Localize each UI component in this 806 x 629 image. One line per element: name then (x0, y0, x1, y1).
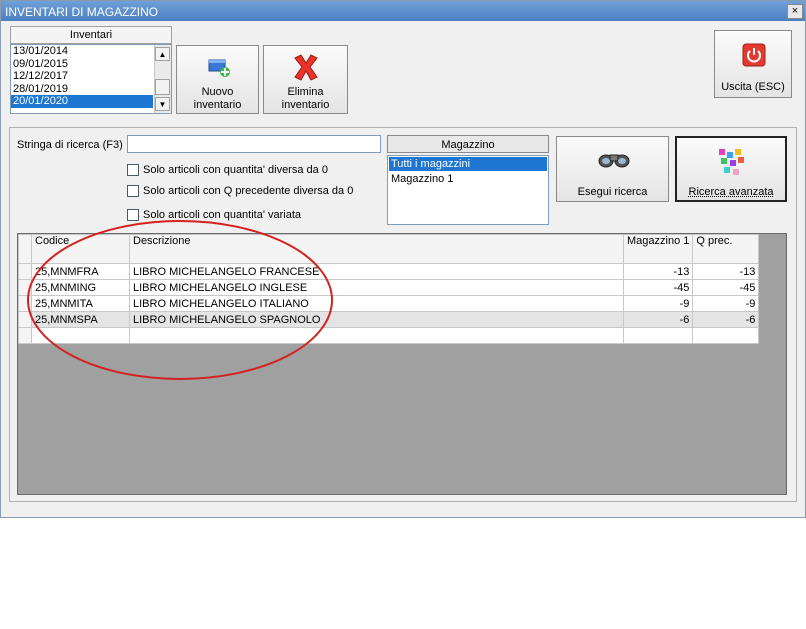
cell-codice: 25,MNMITA (31, 295, 130, 312)
window-title: INVENTARI DI MAGAZZINO (5, 5, 159, 19)
table-row[interactable]: 25,MNMFRA LIBRO MICHELANGELO FRANCESE -13-… (18, 263, 760, 280)
search-input[interactable] (127, 135, 381, 153)
checkbox-q-precedente[interactable] (127, 185, 139, 197)
col-magazzino-1[interactable]: Magazzino 1 (622, 234, 694, 264)
ricerca-avanzata-button[interactable]: Ricerca avanzata (675, 136, 787, 202)
row-header-cell[interactable] (18, 295, 32, 312)
esegui-ricerca-button[interactable]: Esegui ricerca (556, 136, 669, 202)
cell-qprec: -45 (692, 279, 760, 296)
cell-descrizione: LIBRO MICHELANGELO INGLESE (129, 279, 624, 296)
inventario-item[interactable]: 20/01/2020 (11, 95, 153, 108)
inventario-item[interactable]: 09/01/2015 (11, 58, 153, 71)
inventari-scrollbar[interactable]: ▲ ▼ (154, 45, 171, 113)
magazzino-item[interactable]: Magazzino 1 (389, 172, 547, 186)
nuovo-line1: Nuovo (201, 86, 234, 98)
scroll-up-arrow-icon[interactable]: ▲ (155, 47, 170, 61)
search-label: Stringa di ricerca (F3) (17, 139, 123, 151)
esegui-ricerca-label: Esegui ricerca (577, 186, 648, 198)
nuovo-line2: inventario (193, 99, 242, 111)
col-q-prec[interactable]: Q prec. (692, 234, 760, 264)
magazzino-list[interactable]: Tutti i magazzini Magazzino 1 (387, 155, 549, 225)
empty-cell (18, 327, 32, 344)
cell-mag1: -9 (622, 295, 694, 312)
cell-mag1: -13 (622, 263, 694, 280)
ricerca-avanzata-label: Ricerca avanzata (688, 186, 774, 198)
advanced-search-icon (719, 149, 744, 175)
cell-codice: 25,MNMSPA (31, 311, 130, 328)
col-descrizione[interactable]: Descrizione (129, 234, 624, 264)
cell-mag1: -45 (622, 279, 694, 296)
cell-codice: 25,MNMFRA (31, 263, 130, 280)
binoculars-icon (598, 154, 630, 168)
elimina-inventario-button[interactable]: Elimina inventario (263, 45, 348, 114)
power-icon (742, 43, 766, 67)
new-item-icon (208, 59, 230, 77)
table-row[interactable]: 25,MNMITA LIBRO MICHELANGELO ITALIANO -9 -9 (18, 295, 760, 312)
close-window-button[interactable]: × (787, 4, 803, 19)
elimina-line2: inventario (281, 99, 330, 111)
uscita-label: Uscita (ESC) (721, 81, 785, 93)
inventario-item[interactable]: 28/01/2019 (11, 83, 153, 96)
cell-qprec: -13 (692, 263, 760, 280)
scroll-down-arrow-icon[interactable]: ▼ (155, 97, 170, 111)
cell-qprec: -6 (692, 311, 760, 328)
results-table: Codice Descrizione Magazzino 1 Q prec. 2… (18, 234, 760, 344)
cell-mag1: -6 (622, 311, 694, 328)
scroll-thumb[interactable] (155, 79, 170, 95)
inventari-window: INVENTARI DI MAGAZZINO × Inventari 13/01… (0, 0, 806, 518)
inventari-header: Inventari (10, 26, 172, 44)
nuovo-inventario-button[interactable]: Nuovo inventario (176, 45, 259, 114)
inventario-item[interactable]: 13/01/2014 (11, 45, 153, 58)
checkbox-quantita-diversa-label: Solo articoli con quantita' diversa da 0 (143, 164, 328, 176)
cell-descrizione: LIBRO MICHELANGELO ITALIANO (129, 295, 624, 312)
grid-header-row: Codice Descrizione Magazzino 1 Q prec. (18, 234, 760, 264)
checkbox-quantita-variata[interactable] (127, 209, 139, 221)
elimina-line1: Elimina (287, 86, 324, 98)
empty-cell (622, 327, 694, 344)
empty-cell (692, 327, 760, 344)
checkbox-quantita-variata-label: Solo articoli con quantita' variata (143, 209, 302, 221)
magazzino-header: Magazzino (387, 135, 549, 153)
row-header-corner (18, 234, 32, 264)
row-header-cell[interactable] (18, 263, 32, 280)
cell-descrizione: LIBRO MICHELANGELO FRANCESE (129, 263, 624, 280)
table-row[interactable]: 25,MNMSPA LIBRO MICHELANGELO SPAGNOLO -6 -6 (18, 311, 760, 328)
results-grid: Codice Descrizione Magazzino 1 Q prec. 2… (17, 233, 787, 495)
table-row[interactable]: 25,MNMING LIBRO MICHELANGELO INGLESE -45 -4… (18, 279, 760, 296)
magazzino-item[interactable]: Tutti i magazzini (389, 157, 547, 171)
title-bar: INVENTARI DI MAGAZZINO × (1, 1, 805, 21)
row-header-cell[interactable] (18, 311, 32, 328)
delete-x-icon (294, 54, 318, 81)
inventari-list[interactable]: 13/01/2014 09/01/2015 12/12/2017 28/01/2019… (10, 44, 172, 114)
checkbox-q-precedente-label: Solo articoli con Q precedente diversa d… (143, 185, 354, 197)
cell-qprec: -9 (692, 295, 760, 312)
empty-new-row[interactable] (18, 327, 760, 344)
row-header-cell[interactable] (18, 279, 32, 296)
empty-cell (129, 327, 624, 344)
uscita-button[interactable]: Uscita (ESC) (714, 30, 792, 98)
inventario-item[interactable]: 12/12/2017 (11, 70, 153, 83)
cell-descrizione: LIBRO MICHELANGELO SPAGNOLO (129, 311, 624, 328)
col-codice[interactable]: Codice (31, 234, 130, 264)
empty-cell (31, 327, 130, 344)
cell-codice: 25,MNMING (31, 279, 130, 296)
checkbox-quantita-diversa[interactable] (127, 164, 139, 176)
